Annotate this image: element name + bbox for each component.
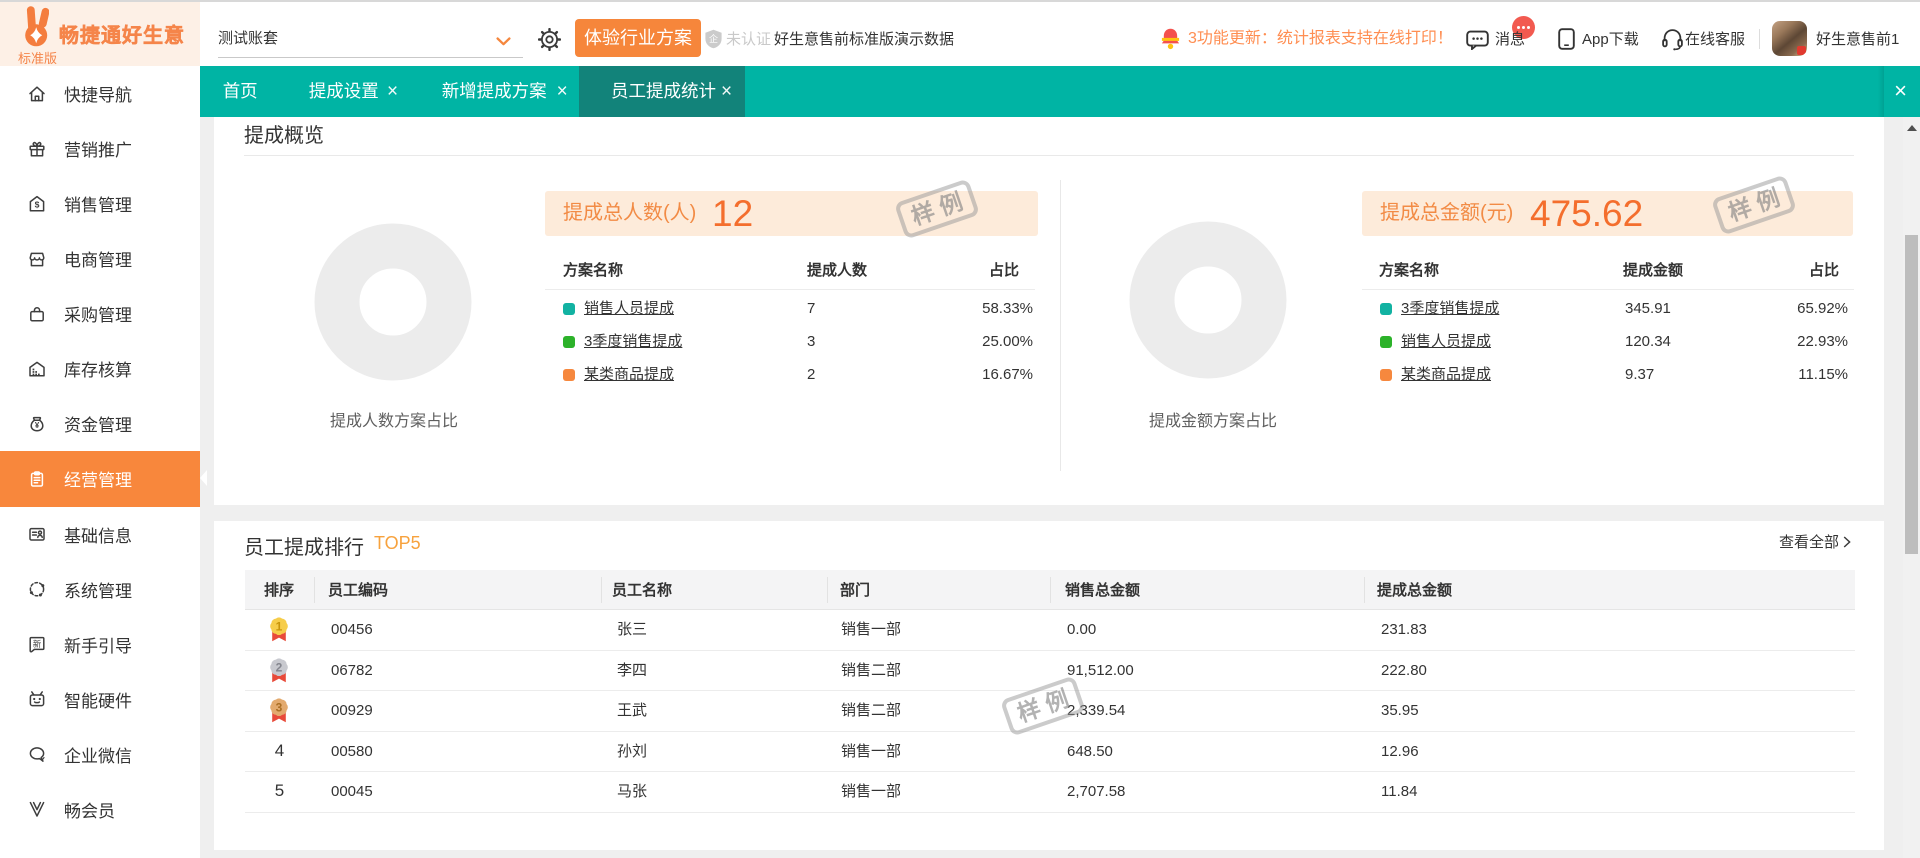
svg-text:$: $: [35, 199, 40, 209]
svg-text:2: 2: [275, 660, 282, 674]
svg-text:企: 企: [709, 33, 718, 44]
svg-text:¥: ¥: [35, 421, 40, 430]
svg-text:3: 3: [275, 701, 282, 715]
svg-text:新: 新: [33, 638, 42, 649]
svg-text:1: 1: [275, 619, 282, 633]
